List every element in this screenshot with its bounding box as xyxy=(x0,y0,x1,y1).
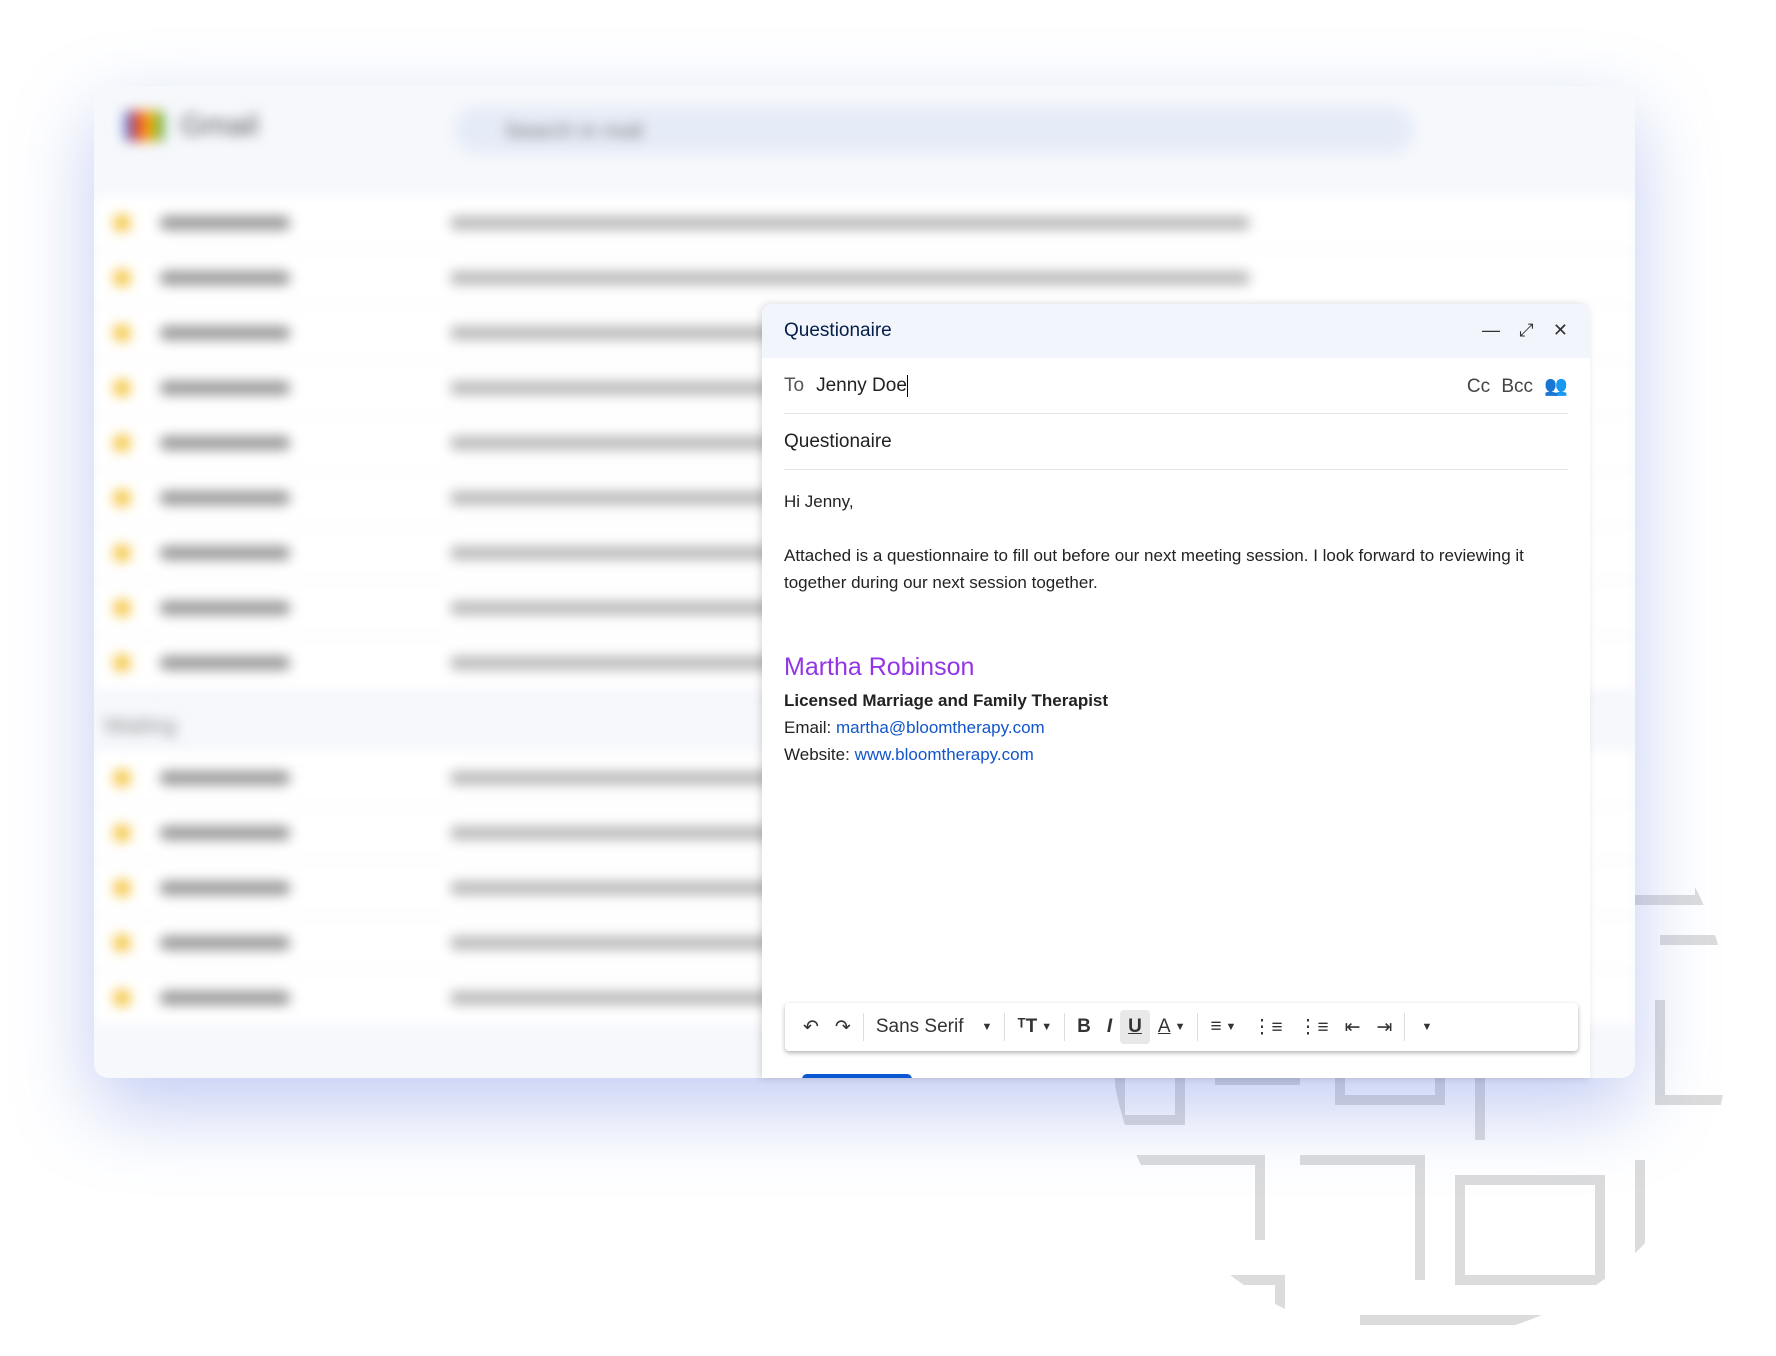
compose-header: Questionaire — ⤢ ✕ xyxy=(762,304,1590,358)
align-icon[interactable]: ≡ ▼ xyxy=(1202,1010,1244,1044)
bold-icon[interactable]: B xyxy=(1069,1010,1099,1044)
body-paragraph: Attached is a questionnaire to fill out … xyxy=(784,546,1524,592)
italic-icon[interactable]: I xyxy=(1099,1010,1120,1044)
cc-button[interactable]: Cc xyxy=(1467,376,1490,397)
compose-title: Questionaire xyxy=(784,320,892,341)
list-item xyxy=(94,196,1635,251)
signature-title: Licensed Marriage and Family Therapist xyxy=(784,691,1109,710)
close-icon[interactable]: ✕ xyxy=(1553,320,1568,340)
add-contacts-icon[interactable]: 👥 xyxy=(1544,376,1568,397)
email-link[interactable]: martha@bloomtherapy.com xyxy=(836,718,1045,737)
font-value: Sans Serif xyxy=(875,1016,964,1037)
indent-more-icon[interactable]: ⇥ xyxy=(1369,1010,1401,1045)
greeting: Hi Jenny, xyxy=(784,492,854,511)
numbered-list-icon[interactable]: ⋮≡ xyxy=(1244,1010,1290,1045)
formatting-toolbar: ↶ ↷ Sans Serif ▼ ᵀT ▼ B I U A ▼ ≡ ▼ ⋮≡ ⋮≡ ⇤ … xyxy=(785,1003,1578,1051)
subject-field[interactable]: Questionaire xyxy=(784,414,1568,470)
text-cursor xyxy=(906,374,909,397)
to-recipient[interactable]: Jenny Doe xyxy=(816,375,907,397)
list-item xyxy=(94,251,1635,306)
subject-value: Questionaire xyxy=(784,430,892,452)
minimize-icon[interactable]: — xyxy=(1482,320,1500,340)
message-body[interactable]: Hi Jenny, Attached is a questionnaire to… xyxy=(762,470,1590,786)
undo-icon[interactable]: ↶ xyxy=(795,1010,827,1045)
font-select[interactable]: Sans Serif ▼ xyxy=(868,1010,1001,1044)
website-label: Website: xyxy=(784,745,850,764)
to-field[interactable]: To Jenny Doe Cc Bcc 👥 xyxy=(784,358,1568,414)
signature-name: Martha Robinson xyxy=(784,653,975,681)
bulleted-list-icon[interactable]: ⋮≡ xyxy=(1291,1010,1337,1045)
underline-icon[interactable]: U xyxy=(1120,1010,1150,1044)
expand-icon[interactable]: ⤢ xyxy=(1519,320,1533,340)
font-size-icon[interactable]: ᵀT ▼ xyxy=(1009,1010,1060,1044)
to-label: To xyxy=(784,374,805,396)
redo-icon[interactable]: ↷ xyxy=(827,1010,859,1045)
gmail-logo xyxy=(124,111,164,141)
website-link[interactable]: www.bloomtherapy.com xyxy=(855,745,1034,764)
search-bar: Search in mail xyxy=(454,106,1414,154)
send-button[interactable] xyxy=(802,1074,912,1078)
bcc-button[interactable]: Bcc xyxy=(1501,376,1533,397)
app-name: Gmail xyxy=(180,109,259,142)
more-options-icon[interactable]: ▼ xyxy=(1409,1015,1440,1039)
text-color-icon[interactable]: A ▼ xyxy=(1150,1010,1194,1044)
compose-window: Questionaire — ⤢ ✕ To Jenny Doe Cc Bcc 👥… xyxy=(762,304,1590,1078)
email-label: Email: xyxy=(784,718,832,737)
indent-less-icon[interactable]: ⇤ xyxy=(1337,1010,1369,1045)
